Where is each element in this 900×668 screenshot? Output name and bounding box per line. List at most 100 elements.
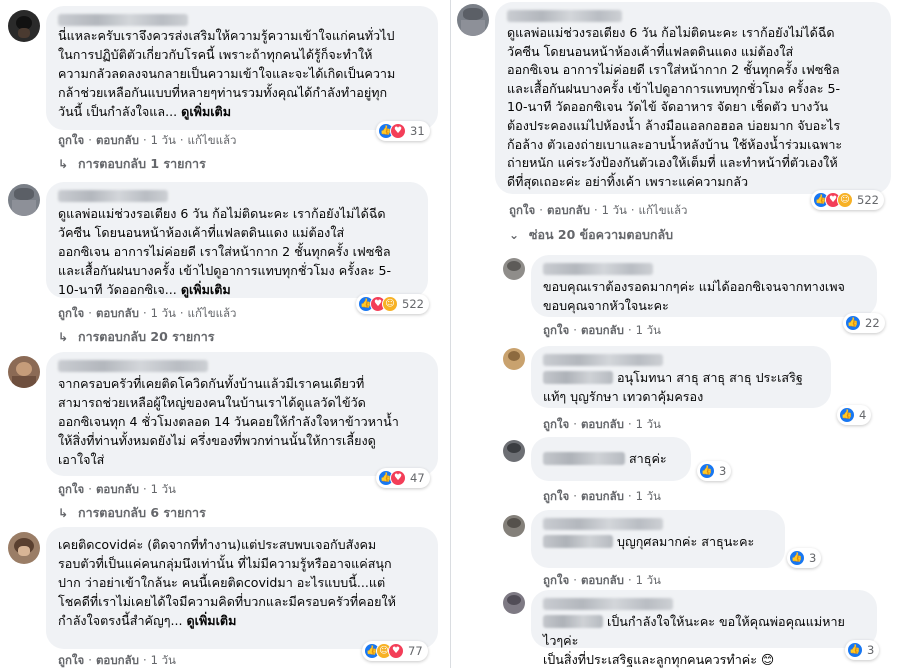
like-button[interactable]: ถูกใจ xyxy=(543,489,569,503)
author-name-blurred[interactable] xyxy=(543,354,663,366)
avatar[interactable] xyxy=(457,4,489,36)
reply-age[interactable]: 1 วัน xyxy=(636,417,661,431)
reply-button[interactable]: ตอบกลับ xyxy=(581,573,624,587)
like-button[interactable]: ถูกใจ xyxy=(543,573,569,587)
author-name-blurred[interactable] xyxy=(58,190,168,202)
comment-text: จากครอบครัวที่เคยติดโควิดกันทั้งบ้านแล้ว… xyxy=(58,376,399,467)
comment-bubble: ดูแลพ่อแม่ช่วงรอเตียง 6 วัน ก้อไม่ติดนะค… xyxy=(495,2,891,194)
reply-age[interactable]: 1 วัน xyxy=(636,489,661,503)
reply-text: เป็นกำลังใจให้นะคะ ขอให้คุณพ่อคุณแม่หายไ… xyxy=(543,614,845,667)
like-button[interactable]: ถูกใจ xyxy=(543,323,569,337)
comment-text: ดูแลพ่อแม่ช่วงรอเตียง 6 วัน ก้อไม่ติดนะค… xyxy=(58,206,392,297)
reaction-summary[interactable]: 👍 3 xyxy=(787,548,822,568)
comment-age[interactable]: 1 วัน xyxy=(151,306,176,320)
reaction-summary[interactable]: 👍 ☺ ♥ 77 xyxy=(362,641,428,661)
reply-button[interactable]: ตอบกลับ xyxy=(96,482,139,496)
reply-button[interactable]: ตอบกลับ xyxy=(581,417,624,431)
avatar[interactable] xyxy=(503,348,525,370)
like-icon: 👍 xyxy=(847,642,863,658)
see-more-link[interactable]: ดูเพิ่มเติม xyxy=(187,613,237,628)
edited-label: แก้ไขแล้ว xyxy=(638,203,688,217)
hide-replies-link[interactable]: ⌄ ซ่อน 20 ข้อความตอบกลับ xyxy=(509,225,673,245)
view-replies-link[interactable]: ↳ การตอบกลับ 20 รายการ xyxy=(58,327,214,347)
care-icon: ☺ xyxy=(382,296,398,312)
reply-button[interactable]: ตอบกลับ xyxy=(96,306,139,320)
see-more-link[interactable]: ดูเพิ่มเติม xyxy=(181,282,231,297)
reply-actions: ถูกใจ · ตอบกลับ · 1 วัน xyxy=(543,573,661,587)
comment-age[interactable]: 1 วัน xyxy=(151,482,176,496)
reaction-summary[interactable]: 👍 3 xyxy=(845,640,880,660)
view-replies-link[interactable]: ↳ การตอบกลับ 1 รายการ xyxy=(58,154,206,174)
comment-age[interactable]: 1 วัน xyxy=(602,203,627,217)
avatar[interactable] xyxy=(503,258,525,280)
smile-emoji-icon: 😊 xyxy=(761,652,775,667)
reply-text: สาธุค่ะ xyxy=(543,449,679,468)
reply-button[interactable]: ตอบกลับ xyxy=(547,203,590,217)
reply-button[interactable]: ตอบกลับ xyxy=(581,489,624,503)
avatar[interactable] xyxy=(8,10,40,42)
comment-actions: ถูกใจ · ตอบกลับ · 1 วัน xyxy=(58,653,176,667)
care-icon: ☺ xyxy=(837,192,853,208)
author-name-blurred[interactable] xyxy=(58,360,208,372)
like-button[interactable]: ถูกใจ xyxy=(58,482,84,496)
like-icon: 👍 xyxy=(789,550,805,566)
reaction-summary[interactable]: 👍 3 xyxy=(697,461,732,481)
like-button[interactable]: ถูกใจ xyxy=(58,133,84,147)
author-name-blurred[interactable] xyxy=(543,518,663,530)
mention-blurred[interactable] xyxy=(543,615,603,628)
reply-button[interactable]: ตอบกลับ xyxy=(96,653,139,667)
avatar[interactable] xyxy=(503,592,525,614)
reply-actions: ถูกใจ · ตอบกลับ · 1 วัน xyxy=(543,417,661,431)
reaction-summary[interactable]: 👍 ♥ 47 xyxy=(376,468,430,488)
hide-replies-label: ซ่อน 20 ข้อความตอบกลับ xyxy=(529,227,674,242)
like-button[interactable]: ถูกใจ xyxy=(58,306,84,320)
mention-blurred[interactable] xyxy=(543,535,613,548)
see-more-link[interactable]: ดูเพิ่มเติม xyxy=(181,104,231,119)
reaction-count: 4 xyxy=(859,408,867,422)
author-name-blurred[interactable] xyxy=(543,263,653,275)
mention-blurred[interactable] xyxy=(543,452,625,465)
replies-count-label: การตอบกลับ 6 รายการ xyxy=(78,505,206,520)
reaction-summary[interactable]: 👍 22 xyxy=(843,313,885,333)
reply-bubble: ขอบคุณเราต้องรอดมากๆค่ะ แม่ได้ออกซิเจนจา… xyxy=(531,255,877,317)
comment-age[interactable]: 1 วัน xyxy=(151,133,176,147)
reaction-summary[interactable]: 👍 ♥ ☺ 522 xyxy=(811,190,884,210)
reaction-summary[interactable]: 👍 4 xyxy=(837,405,872,425)
avatar[interactable] xyxy=(8,532,40,564)
comment-actions: ถูกใจ · ตอบกลับ · 1 วัน · แก้ไขแล้ว xyxy=(58,306,237,320)
reply-button[interactable]: ตอบกลับ xyxy=(581,323,624,337)
reaction-summary[interactable]: 👍 ♥ 31 xyxy=(376,121,430,141)
comment-text: นี่แหละครับเราจึงควรส่งเสริมให้ความรู้คว… xyxy=(58,28,396,119)
like-icon: 👍 xyxy=(699,463,715,479)
like-button[interactable]: ถูกใจ xyxy=(543,417,569,431)
like-button[interactable]: ถูกใจ xyxy=(509,203,535,217)
love-icon: ♥ xyxy=(388,643,404,659)
author-name-blurred[interactable] xyxy=(543,598,673,610)
reply-arrow-icon: ↳ xyxy=(58,157,69,171)
replies-count-label: การตอบกลับ 1 รายการ xyxy=(78,156,206,171)
reaction-count: 3 xyxy=(867,643,875,657)
avatar[interactable] xyxy=(8,356,40,388)
reply-text: ขอบคุณเราต้องรอดมากๆค่ะ แม่ได้ออกซิเจนจา… xyxy=(543,279,845,313)
replies-count-label: การตอบกลับ 20 รายการ xyxy=(78,329,215,344)
reaction-count: 522 xyxy=(857,193,879,207)
mention-blurred[interactable] xyxy=(543,371,613,384)
author-name-blurred[interactable] xyxy=(507,10,622,22)
comment-age[interactable]: 1 วัน xyxy=(151,653,176,667)
reaction-summary[interactable]: 👍 ♥ ☺ 522 xyxy=(356,294,429,314)
reply-button[interactable]: ตอบกลับ xyxy=(96,133,139,147)
reply-bubble: สาธุค่ะ xyxy=(531,437,691,481)
comment-actions: ถูกใจ · ตอบกลับ · 1 วัน · แก้ไขแล้ว xyxy=(509,203,688,217)
author-name-blurred[interactable] xyxy=(58,14,188,26)
reply-age[interactable]: 1 วัน xyxy=(636,323,661,337)
avatar[interactable] xyxy=(8,184,40,216)
comment-text: ดูแลพ่อแม่ช่วงรอเตียง 6 วัน ก้อไม่ติดนะค… xyxy=(507,25,843,189)
view-replies-link[interactable]: ↳ การตอบกลับ 6 รายการ xyxy=(58,503,206,523)
like-button[interactable]: ถูกใจ xyxy=(58,653,84,667)
reply-age[interactable]: 1 วัน xyxy=(636,573,661,587)
avatar[interactable] xyxy=(503,515,525,537)
reaction-count: 522 xyxy=(402,297,424,311)
reaction-count: 31 xyxy=(410,124,425,138)
comment-bubble: ดูแลพ่อแม่ช่วงรอเตียง 6 วัน ก้อไม่ติดนะค… xyxy=(46,182,428,298)
avatar[interactable] xyxy=(503,440,525,462)
